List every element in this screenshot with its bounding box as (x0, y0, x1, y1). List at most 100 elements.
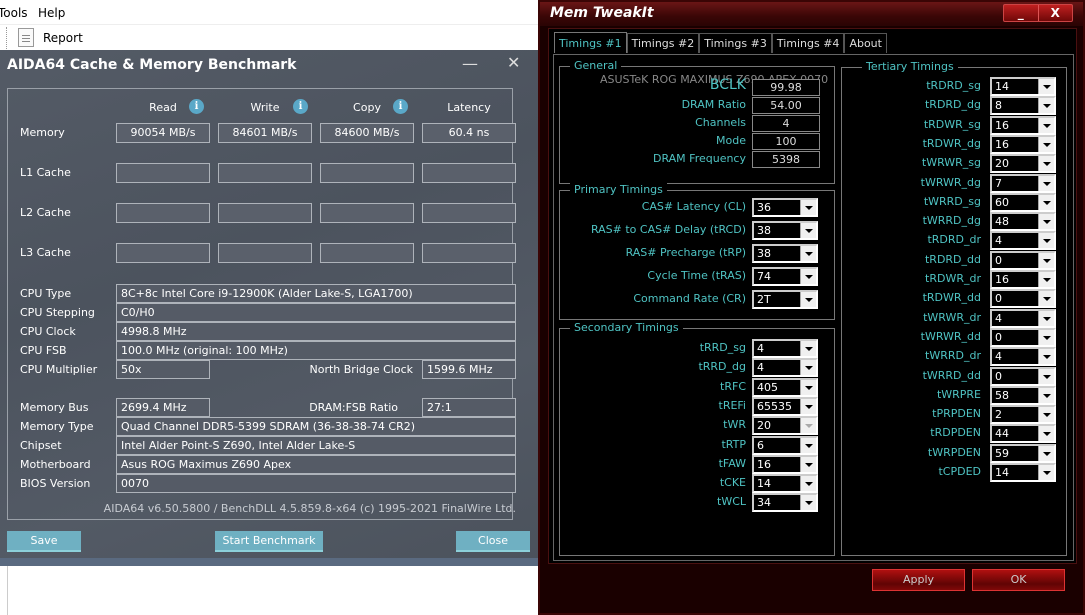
chevron-down-icon[interactable] (1038, 194, 1054, 210)
menu-help[interactable]: Help (38, 6, 65, 20)
chevron-down-icon[interactable] (800, 246, 816, 261)
chevron-down-icon[interactable] (800, 269, 816, 284)
chevron-down-icon[interactable] (1038, 368, 1054, 384)
tertiary-select-twrpden[interactable]: 59 (990, 443, 1056, 463)
tab-about[interactable]: About (844, 33, 887, 53)
chevron-down-icon[interactable] (800, 360, 816, 376)
cpu-fsb-value: 100.0 MHz (original: 100 MHz) (116, 341, 516, 360)
secondary-select-twcl[interactable]: 34 (752, 493, 818, 513)
general-title: General (570, 59, 622, 72)
tertiary-select-twrrd-sg[interactable]: 60 (990, 192, 1056, 212)
tertiary-select-trdrd-dg[interactable]: 8 (990, 96, 1056, 116)
chevron-down-icon[interactable] (800, 292, 816, 307)
chevron-down-icon[interactable] (1038, 407, 1054, 423)
tab-timings-3[interactable]: Timings #3 (699, 33, 772, 53)
chevron-down-icon[interactable] (1038, 387, 1054, 403)
chevron-down-icon[interactable] (1038, 329, 1054, 345)
tertiary-select-twrwr-sg[interactable]: 20 (990, 154, 1056, 174)
ok-button[interactable]: OK (972, 569, 1065, 591)
chevron-down-icon[interactable] (1038, 252, 1054, 268)
chevron-down-icon[interactable] (800, 379, 816, 395)
secondary-select-tcke[interactable]: 14 (752, 474, 818, 494)
chevron-down-icon[interactable] (1038, 214, 1054, 230)
secondary-select-trfc[interactable]: 405 (752, 377, 818, 397)
tertiary-select-trdwr-dr[interactable]: 16 (990, 270, 1056, 289)
tertiary-select-trdrd-dd[interactable]: 0 (990, 250, 1056, 270)
primary-select-command-rate-cr[interactable]: 2T (752, 290, 818, 309)
tertiary-select-trdpden[interactable]: 44 (990, 424, 1056, 444)
copy-info-icon[interactable]: i (393, 99, 408, 114)
primary-select-ras-precharge-trp[interactable]: 38 (752, 244, 818, 263)
aida-minimize-button[interactable]: — (462, 54, 478, 73)
close-window-icon[interactable]: X (1039, 5, 1073, 21)
minimize-button[interactable]: _ (1004, 5, 1039, 21)
chevron-down-icon[interactable] (1038, 98, 1054, 114)
chevron-down-icon[interactable] (1038, 136, 1054, 152)
chevron-down-icon[interactable] (1038, 465, 1054, 480)
cpu-type-value: 8C+8c Intel Core i9-12900K (Alder Lake-S… (116, 284, 516, 303)
tertiary-select-trdrd-dr[interactable]: 4 (990, 231, 1056, 251)
chevron-down-icon[interactable] (1038, 233, 1054, 249)
tertiary-select-twrrd-dr[interactable]: 4 (990, 347, 1056, 367)
tertiary-select-twrwr-dg[interactable]: 7 (990, 173, 1056, 193)
chevron-down-icon[interactable] (1038, 175, 1054, 191)
chevron-down-icon[interactable] (1038, 79, 1054, 94)
chevron-down-icon[interactable] (800, 476, 816, 492)
chevron-down-icon[interactable] (800, 437, 816, 453)
chevron-down-icon[interactable] (1038, 445, 1054, 461)
tertiary-select-trdwr-sg[interactable]: 16 (990, 115, 1056, 135)
tertiary-select-trdwr-dd[interactable]: 0 (990, 289, 1056, 309)
tertiary-select-twrrd-dd[interactable]: 0 (990, 366, 1056, 386)
tab-timings-4[interactable]: Timings #4 (771, 33, 845, 53)
secondary-select-trrd-sg[interactable]: 4 (752, 339, 818, 358)
general-value-channels: 4 (752, 115, 820, 132)
row-label-l2: L2 Cache (20, 206, 71, 219)
primary-select-cycle-time-tras[interactable]: 74 (752, 267, 818, 286)
tertiary-select-twrwr-dr[interactable]: 4 (990, 308, 1056, 328)
save-button[interactable]: Save (7, 531, 81, 552)
tertiary-select-twrwr-dd[interactable]: 0 (990, 327, 1056, 347)
chevron-down-icon[interactable] (1038, 349, 1054, 365)
tertiary-select-tcpded[interactable]: 14 (990, 463, 1056, 482)
chevron-down-icon[interactable] (1038, 426, 1054, 442)
close-button[interactable]: Close (456, 531, 530, 552)
tab-timings-2[interactable]: Timings #2 (626, 33, 700, 53)
chevron-down-icon[interactable] (1038, 272, 1054, 287)
chevron-down-icon[interactable] (1038, 156, 1054, 172)
write-info-icon[interactable]: i (293, 99, 308, 114)
tertiary-select-twrpre[interactable]: 58 (990, 385, 1056, 405)
aida-close-icon[interactable]: ✕ (507, 53, 520, 72)
memtweakit-titlebar[interactable]: Mem TweakIt _ X (540, 2, 1083, 26)
chevron-down-icon[interactable] (800, 223, 816, 238)
cpu-fsb-label: CPU FSB (20, 344, 67, 357)
secondary-select-trtp[interactable]: 6 (752, 435, 818, 455)
secondary-select-tfaw[interactable]: 16 (752, 454, 818, 474)
secondary-select-trrd-dg[interactable]: 4 (752, 358, 818, 378)
chevron-down-icon[interactable] (800, 456, 816, 472)
chevron-down-icon[interactable] (1038, 117, 1054, 133)
tertiary-select-tprpden[interactable]: 2 (990, 405, 1056, 425)
apply-button[interactable]: Apply (872, 569, 965, 591)
tertiary-select-twrrd-dg[interactable]: 48 (990, 212, 1056, 232)
tertiary-select-trdwr-dg[interactable]: 16 (990, 134, 1056, 154)
primary-select-cas-latency-cl[interactable]: 36 (752, 198, 818, 217)
chevron-down-icon[interactable] (800, 495, 816, 511)
chevron-down-icon[interactable] (800, 398, 816, 414)
secondary-select-trefi[interactable]: 65535 (752, 396, 818, 416)
primary-select-ras-to-cas-delay-trcd[interactable]: 38 (752, 221, 818, 240)
selected-value: 58 (995, 388, 1009, 402)
chevron-down-icon[interactable] (800, 200, 816, 215)
report-icon[interactable] (18, 28, 34, 47)
selected-value: 59 (995, 446, 1009, 460)
tertiary-select-trdrd-sg[interactable]: 14 (990, 77, 1056, 96)
chevron-down-icon[interactable] (800, 341, 816, 356)
read-info-icon[interactable]: i (189, 99, 204, 114)
aida-window-title: AIDA64 Cache & Memory Benchmark (7, 57, 297, 73)
tertiary-label-twrrd-dd: tWRRD_dd (922, 368, 981, 382)
start-benchmark-button[interactable]: Start Benchmark (215, 531, 323, 552)
tab-timings-1[interactable]: Timings #1 (554, 32, 627, 53)
chevron-down-icon[interactable] (1038, 291, 1054, 307)
chevron-down-icon[interactable] (1038, 310, 1054, 326)
menu-tools[interactable]: Tools (0, 6, 28, 20)
report-button[interactable]: Report (43, 31, 83, 45)
